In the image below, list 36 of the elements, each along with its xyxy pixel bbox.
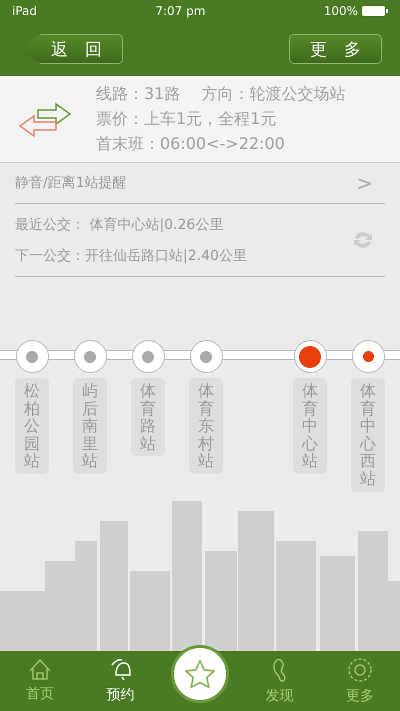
bell-icon [110,658,131,680]
device-name: iPad [12,4,38,18]
stop-name[interactable]: 屿后南里站 [73,378,107,474]
battery-icon [362,6,388,16]
star-icon [184,660,215,688]
tab-button[interactable]: 更多 [330,658,390,704]
nearest-bus: 最近公交： 体育中心站|0.26公里 [15,216,224,234]
back-button[interactable]: 返 回 [18,34,123,64]
stop-marker[interactable] [352,340,384,373]
stop-marker[interactable] [294,340,326,373]
stop-marker[interactable] [74,340,106,373]
next-bus: 下一公交：开往仙岳路口站|2.40公里 [15,246,247,264]
clock: 7:07 pm [155,4,206,18]
stop-name[interactable]: 体育中心站 [293,378,327,474]
stop-name[interactable]: 体育东村站 [189,378,223,474]
reminder-row[interactable]: 静音/距离1站提醒 > [15,163,385,204]
footprint-icon [272,658,286,682]
route-detail: 线路：31路 方向：轮渡公交场站 [96,84,346,104]
stop-name[interactable]: 松柏公园站 [15,378,49,474]
tab-button[interactable]: 首页 [10,659,70,703]
stop-marker[interactable] [190,340,222,373]
settings-icon [348,658,372,682]
house-icon [29,659,52,680]
reminder-label: 静音/距离1站提醒 [15,174,127,192]
refresh-icon[interactable] [351,229,375,251]
stop-marker[interactable] [16,340,48,373]
tab-button[interactable]: 发现 [249,658,310,704]
chevron: > [356,171,373,195]
route-detail: 票价：上车1元，全程1元 [96,108,278,130]
stop-marker[interactable] [132,340,164,373]
stop-name[interactable]: 体育路站 [131,378,165,456]
route-detail: 首末班：06:00<->22:00 [96,134,286,154]
battery-level: 100% [324,4,358,18]
stop-name[interactable]: 体育中心西站 [351,378,385,492]
more-button[interactable]: 更 多 [289,34,382,64]
tab-button[interactable]: 预约 [90,658,151,704]
